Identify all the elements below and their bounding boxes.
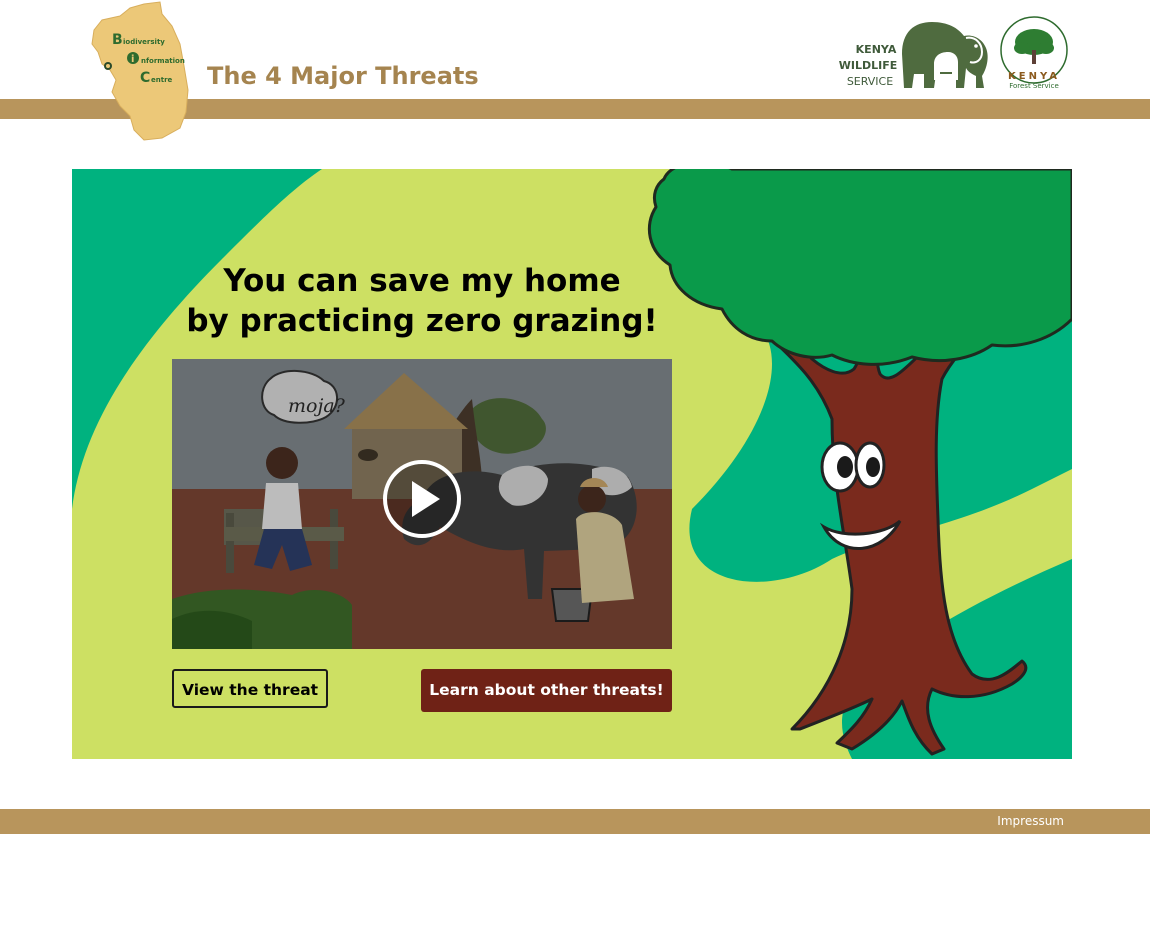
logo-letter-b: B xyxy=(112,32,123,48)
partner-logos: KENYA WILDLIFE SERVICE KENYA Forest Serv… xyxy=(839,16,1068,90)
page-title: The 4 Major Threats xyxy=(207,62,479,90)
view-threat-button[interactable]: View the threat xyxy=(172,669,329,708)
elephant-icon xyxy=(902,22,988,88)
play-icon[interactable] xyxy=(383,460,461,538)
video-thumbnail xyxy=(172,359,672,649)
kws-line-2: WILDLIFE xyxy=(839,59,898,72)
kfs-subtitle: Forest Service xyxy=(1009,82,1059,90)
headline-line-1: You can save my home xyxy=(223,263,621,299)
video-player[interactable]: moja? xyxy=(172,359,672,649)
kfs-name: KENYA xyxy=(1008,71,1060,82)
kws-line-3: SERVICE xyxy=(847,75,893,88)
footer-band: Impressum xyxy=(0,809,1150,834)
logo-letter-c: C xyxy=(140,70,150,86)
speech-bubble-text: moja? xyxy=(288,395,345,417)
logo-word-information: nformation xyxy=(141,57,185,65)
headline-line-2: by practicing zero grazing! xyxy=(186,303,658,339)
logo-word-biodiversity: iodiversity xyxy=(123,38,165,46)
impressum-link[interactable]: Impressum xyxy=(997,814,1064,828)
hero-headline: You can save my home by practicing zero … xyxy=(172,261,672,341)
kws-logo[interactable]: KENYA WILDLIFE SERVICE xyxy=(839,22,988,88)
logo-word-centre: entre xyxy=(151,76,173,84)
kws-line-1: KENYA xyxy=(856,43,897,56)
hero-section: You can save my home by practicing zero … xyxy=(72,169,1072,759)
bic-logo[interactable]: B iodiversity i nformation C entre xyxy=(72,0,192,142)
learn-other-threats-button[interactable]: Learn about other threats! xyxy=(421,669,672,712)
logo-letter-i: i xyxy=(131,54,134,65)
kfs-logo[interactable]: KENYA Forest Service xyxy=(1000,16,1068,90)
